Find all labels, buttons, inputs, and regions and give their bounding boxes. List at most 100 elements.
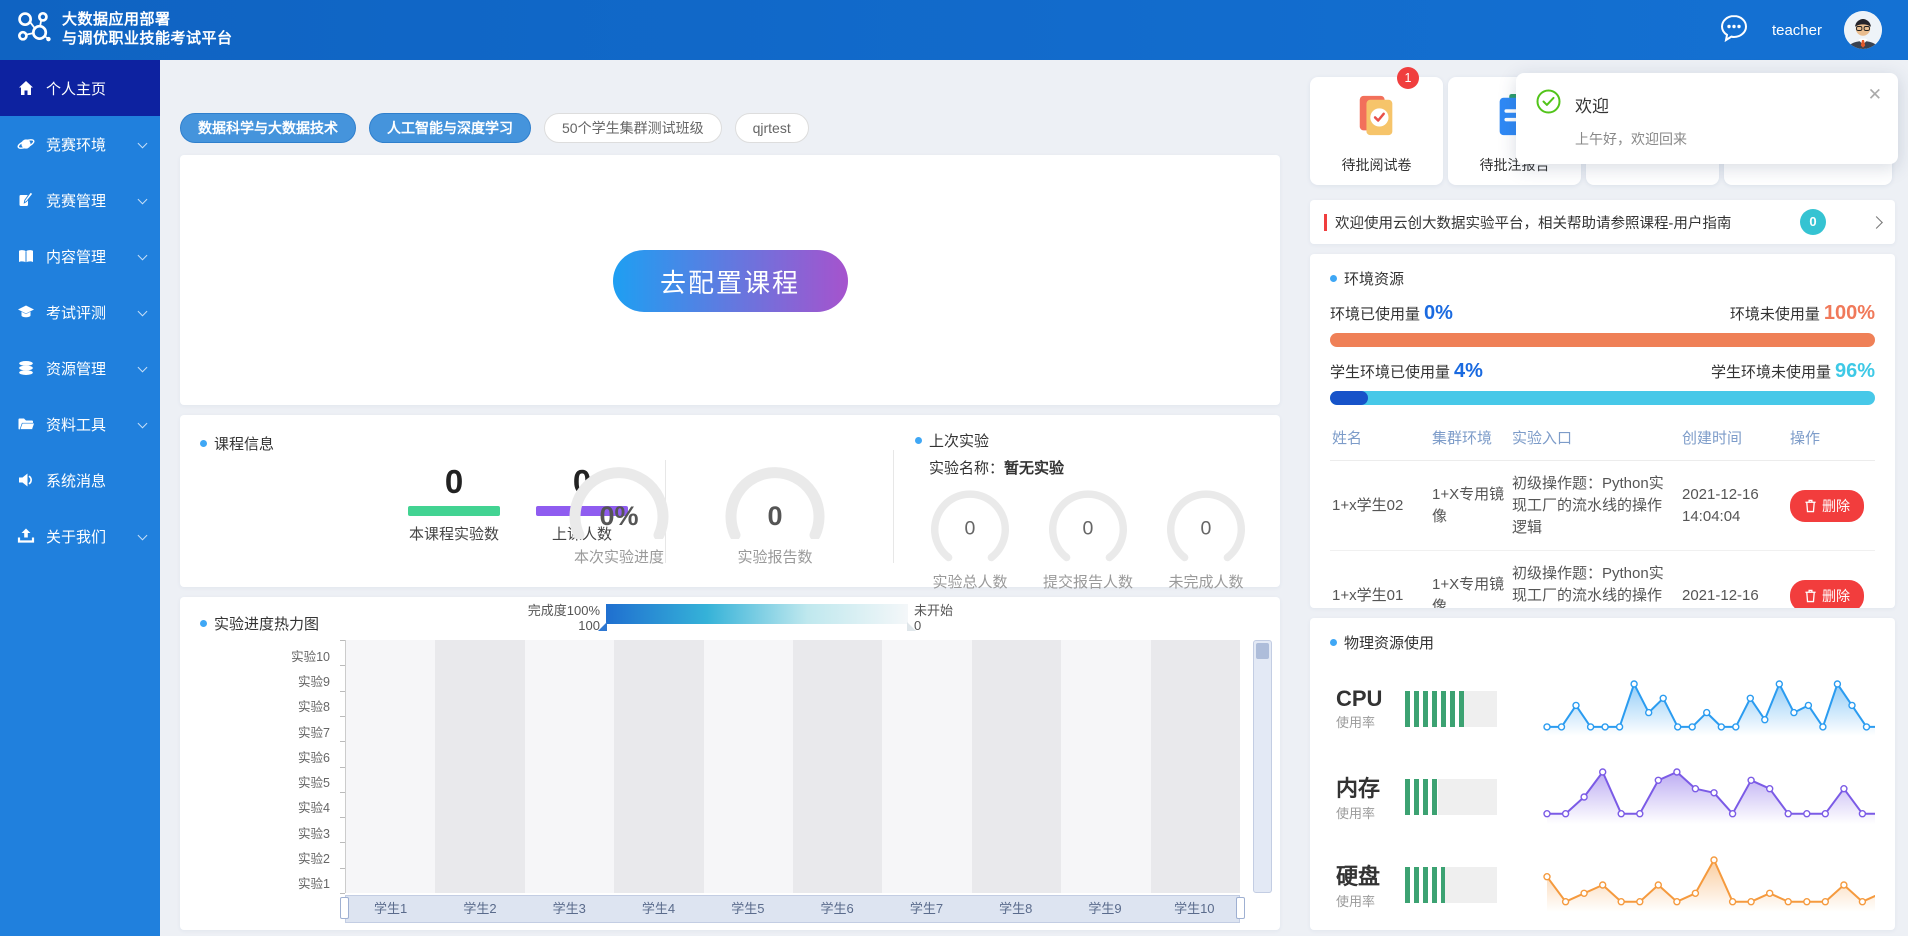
table-row: 1+x学生021+X专用镜像初级操作题：Python实现工厂的流水线的操作逻辑2… bbox=[1330, 461, 1875, 551]
quick-card-label: 待批阅试卷 bbox=[1342, 155, 1412, 175]
cell-created: 2021-12-16 bbox=[1680, 551, 1788, 608]
svg-text:0: 0 bbox=[1083, 517, 1094, 539]
env-bar-labels: 学生环境已使用量4%学生环境未使用量96% bbox=[1330, 360, 1875, 383]
x-zoom-right-handle[interactable] bbox=[1236, 897, 1245, 919]
heatmap-row-label: 实验4 bbox=[180, 797, 330, 816]
cell-cluster: 1+X专用镜像 bbox=[1430, 461, 1510, 551]
sidebar-item-资源管理[interactable]: 资源管理 bbox=[0, 340, 160, 396]
heatmap-heading: 实验进度热力图 bbox=[200, 613, 319, 634]
chevron-down-icon bbox=[138, 531, 148, 541]
user-avatar[interactable] bbox=[1844, 11, 1882, 49]
trash-icon bbox=[1804, 589, 1817, 603]
heatmap-row-label: 实验5 bbox=[180, 772, 330, 791]
course-stat: 0本课程实验数 bbox=[408, 463, 500, 544]
tab-人工智能与深度学习[interactable]: 人工智能与深度学习 bbox=[369, 113, 531, 143]
heatmap-row-label: 实验2 bbox=[180, 848, 330, 867]
table-header: 操作 bbox=[1788, 419, 1875, 461]
heatmap-column bbox=[346, 640, 435, 893]
delete-button[interactable]: 删除 bbox=[1790, 490, 1864, 522]
physical-resource-row-CPU: CPU使用率 bbox=[1330, 665, 1875, 753]
heatmap-y-axis: 实验10实验9实验8实验7实验6实验5实验4实验3实验2实验1 bbox=[180, 640, 338, 893]
heatmap-column-label: 学生7 bbox=[882, 896, 971, 922]
sidebar-item-个人主页[interactable]: 个人主页 bbox=[0, 60, 160, 116]
delete-button[interactable]: 删除 bbox=[1790, 580, 1864, 608]
experiment-name: 实验名称：暂无实验 bbox=[929, 457, 1265, 478]
sidebar-item-系统消息[interactable]: 系统消息 bbox=[0, 452, 160, 508]
sidebar-item-内容管理[interactable]: 内容管理 bbox=[0, 228, 160, 284]
tab-50个学生集群测试班级[interactable]: 50个学生集群测试班级 bbox=[544, 113, 722, 143]
messages-icon[interactable] bbox=[1718, 12, 1750, 49]
resource-sub-label: 使用率 bbox=[1336, 715, 1375, 730]
usage-sparkline-chart bbox=[1539, 672, 1875, 746]
notice-accent bbox=[1324, 214, 1327, 231]
heatmap-column bbox=[793, 640, 882, 893]
folder-icon bbox=[17, 415, 35, 433]
section-dot-icon bbox=[915, 437, 922, 444]
sidebar-item-资料工具[interactable]: 资料工具 bbox=[0, 396, 160, 452]
speaker-icon bbox=[17, 471, 35, 489]
chevron-right-icon bbox=[1870, 216, 1883, 229]
sidebar-item-竞赛管理[interactable]: 竞赛管理 bbox=[0, 172, 160, 228]
sidebar-item-关于我们[interactable]: 关于我们 bbox=[0, 508, 160, 564]
sidebar-item-label: 内容管理 bbox=[46, 246, 106, 267]
heatmap-legend-max: 完成度100% 100 bbox=[524, 603, 600, 633]
tab-数据科学与大数据技术[interactable]: 数据科学与大数据技术 bbox=[180, 113, 356, 143]
sidebar-item-label: 考试评测 bbox=[46, 302, 106, 323]
course-setup-card: 去配置课程 bbox=[180, 155, 1280, 405]
heatmap-row-label: 实验7 bbox=[180, 722, 330, 741]
heatmap-plot-area bbox=[345, 640, 1240, 893]
heatmap-column bbox=[972, 640, 1061, 893]
physical-resource-row-硬盘: 硬盘使用率 bbox=[1330, 841, 1875, 929]
last-experiment-heading: 上次实验 bbox=[915, 430, 1265, 451]
sidebar-item-考试评测[interactable]: 考试评测 bbox=[0, 284, 160, 340]
cell-name: 1+x学生02 bbox=[1330, 461, 1430, 551]
x-zoom-left-handle[interactable] bbox=[340, 897, 349, 919]
env-bar-labels: 环境已使用量0%环境未使用量100% bbox=[1330, 302, 1875, 325]
heatmap-y-zoom-slider[interactable] bbox=[1253, 640, 1272, 893]
resource-sub-label: 使用率 bbox=[1336, 894, 1375, 909]
physical-resource-row-内存: 内存使用率 bbox=[1330, 753, 1875, 841]
heatmap-column bbox=[614, 640, 703, 893]
usage-stripe-gauge bbox=[1405, 779, 1497, 815]
resource-sub-label: 使用率 bbox=[1336, 806, 1375, 821]
usage-sparkline-chart bbox=[1539, 760, 1875, 834]
heatmap-color-scale[interactable] bbox=[606, 604, 908, 624]
class-tabs: 数据科学与大数据技术人工智能与深度学习 50个学生集群测试班级 qjrtest bbox=[180, 113, 809, 143]
sidebar-item-竞赛环境[interactable]: 竞赛环境 bbox=[0, 116, 160, 172]
experiment-ring-stat: 0未完成人数 bbox=[1159, 486, 1253, 592]
heatmap-row-label: 实验9 bbox=[180, 671, 330, 690]
section-dot-icon bbox=[1330, 275, 1337, 282]
username: teacher bbox=[1772, 22, 1822, 39]
y-zoom-handle[interactable] bbox=[1256, 643, 1269, 659]
heatmap-column bbox=[1151, 640, 1240, 893]
sidebar-item-label: 关于我们 bbox=[46, 526, 106, 547]
close-icon[interactable]: ✕ bbox=[1868, 85, 1882, 105]
notice-bar[interactable]: 欢迎使用云创大数据实验平台，相关帮助请参照课程-用户指南 0 bbox=[1310, 200, 1895, 244]
tab-qjrtest[interactable]: qjrtest bbox=[735, 113, 809, 143]
sidebar-item-label: 竞赛环境 bbox=[46, 134, 106, 155]
heatmap-column-label: 学生2 bbox=[435, 896, 524, 922]
app-logo-icon bbox=[14, 8, 54, 53]
heatmap-row-label: 实验1 bbox=[180, 873, 330, 892]
env-usage-bar bbox=[1330, 391, 1875, 405]
course-info-card: 课程信息 0本课程实验数0上课人数 0% 本次实验进度 0 实验报告数 上次实验… bbox=[180, 415, 1280, 587]
heatmap-column bbox=[704, 640, 793, 893]
table-row: 1+x学生011+X专用镜像初级操作题：Python实现工厂的流水线的操作逻辑2… bbox=[1330, 551, 1875, 608]
cell-entry[interactable]: 初级操作题：Python实现工厂的流水线的操作逻辑 bbox=[1510, 551, 1680, 608]
experiment-ring-stat: 0提交报告人数 bbox=[1041, 486, 1135, 592]
heatmap-column-label: 学生1 bbox=[346, 896, 435, 922]
heatmap-column bbox=[525, 640, 614, 893]
heatmap-column-label: 学生4 bbox=[614, 896, 703, 922]
chevron-down-icon bbox=[138, 139, 148, 149]
heatmap-row-label: 实验8 bbox=[180, 696, 330, 715]
cell-name: 1+x学生01 bbox=[1330, 551, 1430, 608]
quick-card-待批阅试卷[interactable]: 待批阅试卷1 bbox=[1310, 77, 1443, 185]
configure-course-button[interactable]: 去配置课程 bbox=[613, 250, 848, 312]
chevron-down-icon bbox=[138, 419, 148, 429]
cell-entry[interactable]: 初级操作题：Python实现工厂的流水线的操作逻辑 bbox=[1510, 461, 1680, 551]
heatmap-column bbox=[882, 640, 971, 893]
sidebar-item-label: 系统消息 bbox=[46, 470, 106, 491]
usage-sparkline-chart bbox=[1539, 848, 1875, 922]
welcome-toast: 欢迎 上午好，欢迎回来 ✕ bbox=[1516, 73, 1898, 164]
heatmap-x-zoom-slider[interactable]: 学生1学生2学生3学生4学生5学生6学生7学生8学生9学生10 bbox=[345, 895, 1240, 923]
